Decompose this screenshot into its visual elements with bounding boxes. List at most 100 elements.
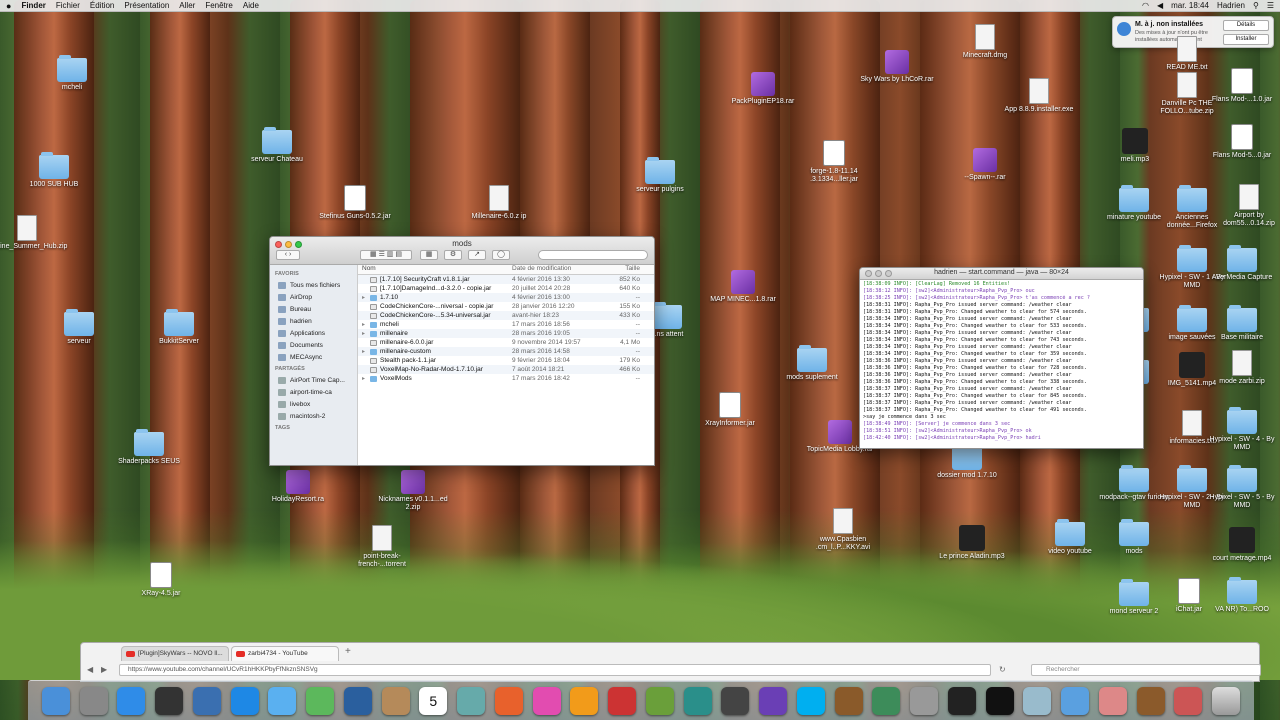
menu-aide[interactable]: Aide xyxy=(243,1,259,10)
share-button[interactable]: ↗ xyxy=(468,250,486,260)
dock-app-icon[interactable] xyxy=(683,686,712,715)
dock-app-icon[interactable] xyxy=(532,686,561,715)
file-row[interactable]: ▸ millenaire-custom 28 mars 2016 14:58 -- xyxy=(358,347,654,356)
url-bar[interactable]: https://www.youtube.com/channel/UCvR1hHK… xyxy=(119,664,991,676)
disclosure-triangle-icon[interactable]: ▸ xyxy=(362,294,370,301)
desktop-icon[interactable]: XrayInformer.jar xyxy=(693,392,767,428)
menu-fichier[interactable]: Fichier xyxy=(56,1,80,10)
desktop-icon[interactable]: point-break-french-...torrent xyxy=(345,525,419,569)
browser-tab-active[interactable]: zarbi4734 - YouTube xyxy=(231,646,339,661)
desktop-icon[interactable]: App 8.8.9.installer.exe xyxy=(1002,78,1076,114)
spotlight-icon[interactable]: ⚲ xyxy=(1253,1,1259,10)
terminal-output[interactable]: [18:38:09 INFO]: [ClearLag] Removed 16 E… xyxy=(860,280,1143,443)
notification-center-icon[interactable]: ☰ xyxy=(1267,1,1274,10)
menu-aller[interactable]: Aller xyxy=(179,1,195,10)
reload-icon[interactable]: ↻ xyxy=(999,665,1006,674)
wifi-icon[interactable]: ◠ xyxy=(1142,1,1149,10)
desktop-icon[interactable]: mode zarbi.zip xyxy=(1205,350,1279,386)
desktop-icon[interactable]: www.Cpasbien .cm_l..P...KKY.avi xyxy=(806,508,880,552)
sidebar-item-shared[interactable]: livebox xyxy=(270,398,357,410)
column-header-name[interactable]: Nom xyxy=(358,265,508,274)
dock-app-icon[interactable] xyxy=(79,686,108,715)
file-row[interactable]: [1.7.10] SecurityCraft v1.8.1.jar 4 févri… xyxy=(358,275,654,284)
file-row[interactable]: ▸ 1.7.10 4 février 2016 13:00 -- xyxy=(358,293,654,302)
sidebar-item[interactable]: Applications xyxy=(270,327,357,339)
sidebar-item-shared[interactable]: airport-time-ca xyxy=(270,386,357,398)
desktop-icon[interactable]: mcheli xyxy=(35,55,109,92)
desktop-icon[interactable]: serveur Chateau xyxy=(240,127,314,164)
dock-app-icon[interactable] xyxy=(796,686,825,715)
desktop-icon[interactable]: meli.mp3 xyxy=(1098,128,1172,164)
desktop-icon[interactable]: Flans Mod-5...0.jar xyxy=(1205,124,1279,160)
arrange-button[interactable]: ▦ xyxy=(420,250,438,260)
desktop-icon[interactable]: Flans Mod-...1.0.jar xyxy=(1205,68,1279,104)
desktop-icon[interactable]: PackPluginEP18.rar xyxy=(726,72,800,106)
dock-app-icon[interactable] xyxy=(759,686,787,715)
disclosure-triangle-icon[interactable]: ▸ xyxy=(362,348,370,355)
desktop-icon[interactable]: forge-1.8-11.14 .3.1334...ller.jar xyxy=(797,140,871,184)
new-tab-button[interactable]: + xyxy=(341,646,351,661)
dock-app-icon[interactable] xyxy=(192,686,221,715)
desktop-icon[interactable]: mods suplement xyxy=(775,345,849,382)
trash-icon[interactable] xyxy=(1212,686,1240,715)
details-button[interactable]: Détails xyxy=(1223,20,1269,31)
forward-icon[interactable]: ▶ xyxy=(101,665,107,674)
tags-button[interactable]: ◯ xyxy=(492,250,510,260)
desktop-icon[interactable]: MAP MINEC...1.8.rar xyxy=(706,270,780,304)
file-row[interactable]: CodeChickenCore-...niversal - copie.jar 2… xyxy=(358,302,654,311)
dock-app-icon[interactable] xyxy=(1136,686,1165,715)
file-row[interactable]: ▸ VoxelMods 17 mars 2016 18:42 -- xyxy=(358,374,654,383)
desktop-icon[interactable]: --Spawn--.rar xyxy=(948,148,1022,182)
dock-app-icon[interactable] xyxy=(117,686,146,715)
dock-app-icon[interactable] xyxy=(834,686,863,715)
disclosure-triangle-icon[interactable]: ▸ xyxy=(362,321,370,328)
sidebar-item[interactable]: hadrien xyxy=(270,315,357,327)
sidebar-item[interactable]: MECAsync xyxy=(270,351,357,363)
dock-app-icon[interactable] xyxy=(721,686,750,715)
file-row[interactable]: ▸ mcheli 17 mars 2016 18:56 -- xyxy=(358,320,654,329)
desktop-icon[interactable]: dossier mod 1.7.10 xyxy=(930,443,1004,480)
dock-app-icon[interactable] xyxy=(457,686,485,715)
desktop-icon[interactable]: serveur pulgins xyxy=(623,157,697,194)
apple-menu-icon[interactable]: ● xyxy=(6,1,11,11)
disclosure-triangle-icon[interactable]: ▸ xyxy=(362,330,370,337)
clock[interactable]: mar. 18:44 xyxy=(1171,1,1209,10)
desktop-icon[interactable]: Minecraft.dmg xyxy=(948,24,1022,60)
desktop-icon[interactable]: 1000 SUB HUB xyxy=(17,152,91,189)
desktop-icon[interactable]: XRay-4.5.jar xyxy=(124,562,198,598)
finder-titlebar[interactable]: mods ‹ › ▦ ☰ ▥ ▤ ▦ ⚙ ↗ ◯ xyxy=(270,237,654,265)
desktop-icon[interactable]: Nicknames v0.1.1...ed 2.zip xyxy=(376,470,450,512)
column-header-date[interactable]: Date de modification xyxy=(508,265,598,274)
volume-icon[interactable]: ◀ xyxy=(1157,1,1163,10)
dock-app-icon[interactable] xyxy=(1061,686,1089,715)
dock-app-icon[interactable] xyxy=(230,686,259,715)
file-row[interactable]: ▸ millenaire 28 mars 2016 19:05 -- xyxy=(358,329,654,338)
dock-app-icon[interactable] xyxy=(608,686,636,715)
desktop-icon[interactable]: AVerMedia Capture xyxy=(1205,245,1279,282)
dock-app-icon[interactable] xyxy=(381,686,410,715)
desktop-icon[interactable]: Millenaire-6.0.z ip xyxy=(462,185,536,221)
dock-app-icon[interactable] xyxy=(155,686,183,715)
file-row[interactable]: CodeChickenCore-...5.34-universal.jar ava… xyxy=(358,311,654,320)
desktop-icon[interactable]: HolidayResort.ra xyxy=(261,470,335,504)
desktop-icon[interactable]: VA NR) To...ROO xyxy=(1205,577,1279,614)
desktop-icon[interactable]: serveur xyxy=(42,309,116,346)
browser-search-input[interactable]: Rechercher xyxy=(1031,664,1261,676)
dock-app-icon[interactable] xyxy=(570,686,599,715)
menu-presentation[interactable]: Présentation xyxy=(124,1,169,10)
desktop-icon[interactable]: Hypixel - SW - 4 - By MMD xyxy=(1205,407,1279,452)
dock-app-icon[interactable] xyxy=(1098,686,1127,715)
sidebar-item[interactable]: Tous mes fichiers xyxy=(270,279,357,291)
install-button[interactable]: Installer xyxy=(1223,34,1269,45)
sidebar-item[interactable]: Bureau xyxy=(270,303,357,315)
dock-app-icon[interactable] xyxy=(343,686,372,715)
file-row[interactable]: Stealth pack-1.1.jar 9 février 2016 18:04… xyxy=(358,356,654,365)
sidebar-item[interactable]: AirDrop xyxy=(270,291,357,303)
sidebar-item-shared[interactable]: macintosh-2 xyxy=(270,410,357,422)
file-row[interactable]: VoxelMap-No-Radar-Mod-1.7.10.jar 7 août 2… xyxy=(358,365,654,374)
back-icon[interactable]: ◀ xyxy=(87,665,93,674)
menu-fenetre[interactable]: Fenêtre xyxy=(205,1,233,10)
desktop-icon[interactable]: Shaderpacks SEUS xyxy=(112,429,186,466)
sidebar-item-shared[interactable]: AirPort Time Cap... xyxy=(270,374,357,386)
desktop-icon[interactable]: Base militaire xyxy=(1205,305,1279,342)
